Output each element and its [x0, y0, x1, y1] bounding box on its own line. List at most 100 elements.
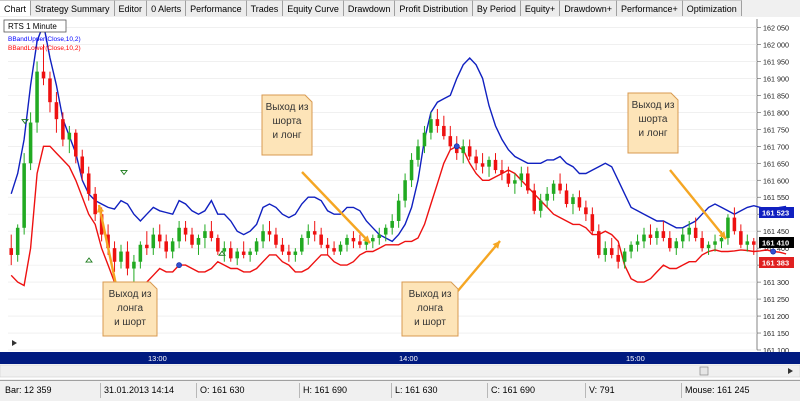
status-field: Bar: 12 359 [5, 385, 52, 395]
candle-body [371, 237, 375, 242]
candle-body [538, 200, 543, 211]
candle-body [145, 244, 149, 249]
tab-strip: Chart Strategy Summary Editor 0 Alerts Perfo… [0, 0, 800, 18]
tab-drawdown[interactable]: Drawdown+ [560, 0, 617, 16]
candle-body [635, 241, 640, 245]
y-tick-label: 161 650 [763, 159, 789, 168]
tab-drawdown[interactable]: Drawdown [343, 0, 396, 16]
candle-body [86, 173, 91, 194]
y-axis: 162 050 162 000 161 950 161 900 161 850 161 8… [756, 19, 789, 355]
y-tick-label: 161 850 [763, 91, 789, 100]
price-chart[interactable]: 162 050 162 000 161 950 161 900 161 850 161 8… [0, 17, 800, 379]
candle-body [274, 234, 278, 245]
candle-body [429, 119, 433, 133]
candle [22, 153, 26, 235]
candle-body [603, 248, 608, 255]
annotation-callout: Выход из лонга и шорт [401, 281, 459, 337]
candle-body [54, 102, 59, 120]
candle-body [745, 241, 750, 245]
status-field: H: 161 690 [303, 385, 348, 395]
candle-body [713, 241, 717, 245]
y-tick-label: 161 250 [763, 295, 789, 304]
candle-body [132, 261, 136, 269]
tab-equity[interactable]: Equity+ [520, 0, 561, 16]
candle-body [751, 241, 756, 245]
candle-body [293, 251, 298, 255]
tab-editor[interactable]: Editor [114, 0, 148, 16]
candle-body [668, 237, 672, 249]
tab-equity-curve[interactable]: Equity Curve [283, 0, 344, 16]
legend-entry: BBandLower(Close,10,2) [8, 45, 81, 52]
candle-body [739, 231, 743, 245]
candle-body [545, 193, 549, 201]
candle-body [15, 227, 20, 255]
price-marker: 161 410 [759, 237, 794, 248]
tab-performance[interactable]: Performance [186, 0, 247, 16]
tab-profit-distribution[interactable]: Profit Distribution [395, 0, 473, 16]
y-tick-label: 162 000 [763, 40, 789, 49]
tab-by-period[interactable]: By Period [472, 0, 521, 16]
candle-body [228, 248, 233, 259]
candle-body [306, 231, 311, 238]
candle-body [164, 241, 168, 252]
tab-performance[interactable]: Performance+ [616, 0, 683, 16]
candle-body [616, 254, 620, 262]
y-tick-label: 161 450 [763, 227, 789, 236]
candle-body [461, 146, 465, 154]
candle-body [248, 251, 252, 255]
candle-body [138, 244, 143, 262]
y-tick-label: 161 300 [763, 278, 789, 287]
y-tick-label: 161 950 [763, 57, 789, 66]
candle-body [577, 197, 582, 208]
y-tick-label: 161 750 [763, 125, 789, 134]
candle-body [351, 237, 356, 242]
tab-optimization[interactable]: Optimization [682, 0, 742, 16]
candle-body [170, 241, 175, 252]
candle-body [390, 220, 394, 228]
candle-body [622, 251, 627, 262]
status-field: O: 161 630 [200, 385, 245, 395]
status-separator [100, 383, 101, 398]
status-separator [585, 383, 586, 398]
candle-body [196, 237, 201, 245]
trade-marker-dot [453, 143, 460, 150]
candle-body [67, 132, 72, 140]
y-tick-label: 161 600 [763, 176, 789, 185]
tab-0-alerts[interactable]: 0 Alerts [147, 0, 187, 16]
candle-body [377, 234, 382, 238]
candle-body [157, 234, 162, 242]
annotation-callout: Выход из шорта и лонг [627, 92, 679, 154]
candle-body [467, 146, 472, 157]
candle-body [267, 231, 272, 235]
candle-body [448, 136, 453, 147]
tab-chart[interactable]: Chart [0, 0, 32, 16]
candle-body [332, 248, 336, 252]
candle-body [422, 132, 427, 147]
scrollbar-thumb[interactable] [699, 366, 709, 376]
candle-body [112, 248, 117, 262]
chart-area[interactable]: 162 050 162 000 161 950 161 900 161 850 161 8… [0, 17, 800, 379]
candle-body [706, 244, 711, 249]
candle-body [416, 146, 420, 160]
candle-body [396, 200, 401, 221]
candle-body [345, 237, 349, 245]
scrollbar-track[interactable] [0, 364, 800, 378]
y-tick-label: 162 050 [763, 23, 789, 32]
instrument-label: RTS 1 Minute [3, 19, 67, 33]
candle-body [22, 163, 26, 228]
candle-body [125, 251, 130, 269]
candle-body [500, 170, 504, 174]
candle-body [9, 248, 14, 255]
candle-body [642, 234, 646, 242]
candle-body [241, 251, 246, 255]
y-tick-label: 161 900 [763, 74, 789, 83]
candle-body [480, 163, 485, 167]
candle-body [487, 159, 491, 167]
candle-body [551, 183, 556, 194]
horizontal-scrollbar[interactable] [0, 364, 800, 378]
tab-trades[interactable]: Trades [246, 0, 284, 16]
price-marker-label: 161 523 [762, 209, 789, 218]
candle [35, 61, 39, 133]
tab-strategy-summary[interactable]: Strategy Summary [31, 0, 115, 16]
candle-body [700, 237, 704, 249]
